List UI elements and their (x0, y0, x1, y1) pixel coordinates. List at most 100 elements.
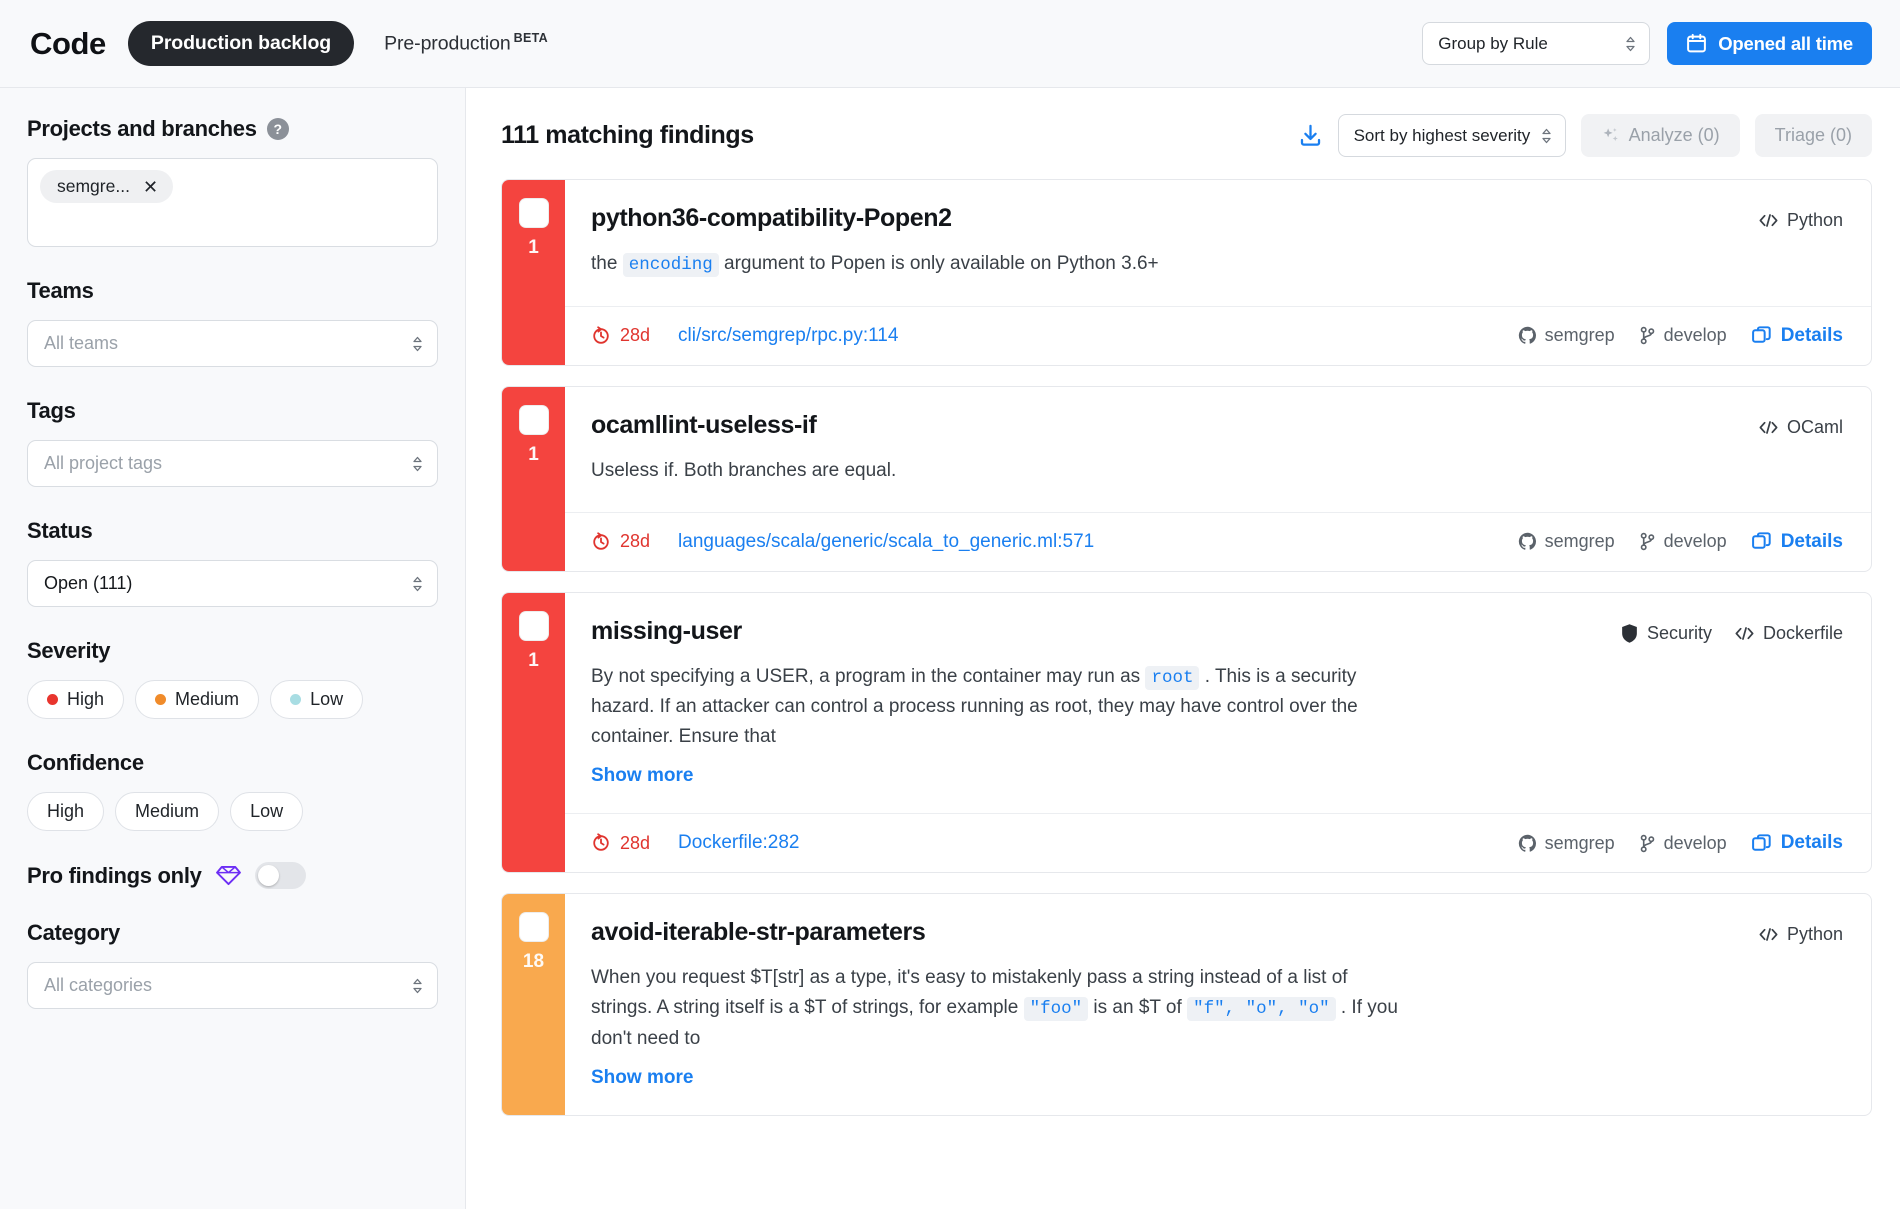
severity-dot-icon (290, 694, 302, 705)
finding-summary: avoid-iterable-str-parameters Python Whe… (565, 894, 1871, 1115)
pro-findings-toggle[interactable] (254, 862, 306, 889)
severity-chip-medium[interactable]: Medium (135, 680, 260, 719)
desc-text: argument to Popen is only available on P… (718, 253, 1159, 274)
github-icon (1518, 834, 1537, 853)
show-more-link[interactable]: Show more (591, 1067, 693, 1089)
chevron-updown-icon (412, 336, 423, 352)
inline-code: encoding (622, 253, 719, 277)
details-button[interactable]: Details (1751, 325, 1843, 347)
finding-repo-info: semgrep develop Details (1518, 531, 1843, 553)
repository-name: semgrep (1544, 832, 1615, 853)
close-icon[interactable]: ✕ (143, 178, 158, 196)
desc-text: the (591, 253, 623, 274)
findings-count: 111 matching findings (501, 121, 754, 149)
tab-production-backlog[interactable]: Production backlog (127, 21, 355, 66)
severity-chip-low[interactable]: Low (270, 680, 364, 719)
finding-path-link[interactable]: Dockerfile:282 (678, 832, 799, 854)
branch-name: develop (1663, 832, 1727, 853)
opened-all-time-button[interactable]: Opened all time (1667, 22, 1872, 65)
category-value: All categories (44, 975, 153, 995)
open-panel-icon (1751, 833, 1772, 854)
finding-checkbox[interactable] (518, 912, 549, 943)
filter-pro-findings: Pro findings only (27, 862, 438, 889)
finding-count-badge: 18 (522, 951, 545, 973)
finding-badges: Python (1758, 918, 1843, 945)
finding-footer: 28d languages/scala/generic/scala_to_gen… (565, 511, 1871, 571)
rule-title[interactable]: avoid-iterable-str-parameters (591, 918, 926, 947)
code-icon (1734, 625, 1755, 642)
tags-select[interactable]: All project tags (27, 440, 438, 487)
finding-checkbox[interactable] (518, 198, 549, 228)
repository-name: semgrep (1544, 325, 1615, 346)
finding-footer: 28d cli/src/semgrep/rpc.py:114 semgrep d… (565, 305, 1871, 365)
code-icon (1758, 212, 1779, 229)
rule-description: When you request $T[str] as a type, it's… (591, 963, 1411, 1054)
chevron-updown-icon (1625, 36, 1636, 52)
header-actions: Group by Rule Opened all time (1422, 22, 1872, 65)
confidence-chip-low[interactable]: Low (230, 792, 304, 831)
filter-category: Category All categories (27, 920, 438, 1009)
desc-text: is an $T of (1088, 997, 1188, 1019)
category-label: Category (27, 920, 120, 945)
triage-button[interactable]: Triage (0) (1754, 114, 1872, 157)
details-button[interactable]: Details (1751, 832, 1843, 854)
group-by-select[interactable]: Group by Rule (1422, 22, 1651, 65)
finding-repo-info: semgrep develop Details (1518, 325, 1843, 347)
finding-path-link[interactable]: languages/scala/generic/scala_to_generic… (678, 531, 1094, 553)
projects-label-row: Projects and branches ? (27, 116, 438, 142)
analyze-button[interactable]: Analyze (0) (1580, 114, 1740, 157)
language-badge: Dockerfile (1734, 623, 1843, 644)
severity-dot-icon (47, 694, 58, 705)
gem-icon (215, 865, 241, 886)
finding-badges: Python (1758, 204, 1843, 231)
question-icon[interactable]: ? (266, 118, 289, 140)
finding-checkbox[interactable] (518, 404, 549, 435)
severity-chip-high[interactable]: High (27, 680, 125, 719)
finding-count-badge: 1 (528, 443, 539, 465)
show-more-link[interactable]: Show more (591, 765, 693, 787)
finding-badges: Security Dockerfile (1620, 617, 1843, 644)
project-token[interactable]: semgre... ✕ (40, 170, 174, 203)
history-icon (591, 326, 611, 346)
confidence-chip-medium[interactable]: Medium (115, 792, 220, 831)
filter-status: Status Open (111) (27, 518, 438, 607)
language-badge-label: Python (1786, 210, 1843, 230)
teams-value: All teams (44, 333, 119, 353)
confidence-chips: High Medium Low (27, 792, 438, 831)
language-badge-label: OCaml (1786, 416, 1843, 437)
filter-teams: Teams All teams (27, 278, 438, 367)
rule-title[interactable]: python36-compatibility-Popen2 (591, 204, 952, 233)
teams-select[interactable]: All teams (27, 320, 438, 367)
toolbar-actions: Sort by highest severity Analyze (0) Tri… (1298, 114, 1872, 157)
open-panel-icon (1751, 325, 1772, 346)
finding-age: 28d (591, 833, 650, 854)
finding-body: ocamllint-useless-if OCaml Useless if. B… (565, 387, 1871, 571)
finding-count-badge: 1 (528, 237, 539, 258)
filter-severity: Severity High Medium Low (27, 638, 438, 719)
sort-select[interactable]: Sort by highest severity (1337, 114, 1566, 157)
chevron-updown-icon (412, 978, 423, 994)
open-panel-icon (1751, 531, 1772, 552)
details-label: Details (1780, 324, 1843, 346)
confidence-chip-high[interactable]: High (27, 792, 105, 831)
finding-age-label: 28d (620, 531, 651, 552)
toggle-knob (257, 865, 279, 886)
code-icon (1758, 926, 1779, 943)
pro-findings-label: Pro findings only (27, 862, 202, 888)
category-select[interactable]: All categories (27, 962, 438, 1009)
download-icon[interactable] (1298, 123, 1323, 148)
status-select[interactable]: Open (111) (27, 560, 438, 607)
finding-body: avoid-iterable-str-parameters Python Whe… (565, 894, 1871, 1115)
github-icon (1518, 532, 1537, 551)
details-button[interactable]: Details (1751, 531, 1843, 553)
filter-tags: Tags All project tags (27, 398, 438, 487)
finding-checkbox[interactable] (518, 610, 549, 641)
rule-title[interactable]: ocamllint-useless-if (591, 411, 817, 440)
finding-age: 28d (591, 325, 650, 346)
findings-toolbar: 111 matching findings Sort by highest se… (501, 114, 1872, 157)
finding-path-link[interactable]: cli/src/semgrep/rpc.py:114 (678, 325, 898, 347)
top-header-bar: Code Production backlog Pre-production BE… (0, 0, 1900, 88)
rule-title[interactable]: missing-user (591, 617, 742, 646)
projects-token-box[interactable]: semgre... ✕ (27, 158, 438, 247)
tab-pre-production[interactable]: Pre-production BETA (384, 31, 548, 56)
